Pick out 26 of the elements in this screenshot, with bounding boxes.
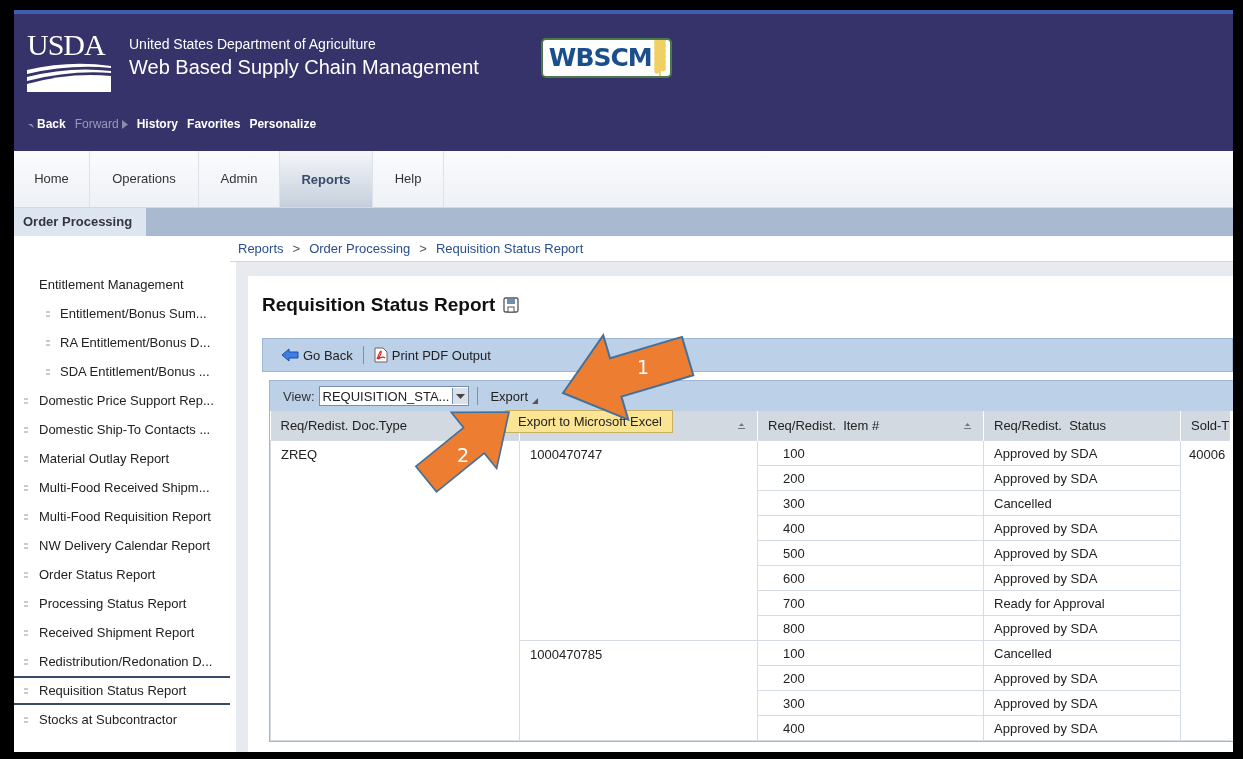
table-cell: 100 <box>757 440 984 466</box>
step-number: 1 <box>637 356 650 378</box>
table-cell: 400 <box>757 515 984 541</box>
table-cell: 1000470747 <box>519 440 758 641</box>
table-cell: 300 <box>757 490 984 516</box>
table-cell: 300 <box>757 690 984 716</box>
table-cell: 700 <box>757 590 984 616</box>
breadcrumb-separator: > <box>419 241 427 256</box>
table-cell: 800 <box>757 615 984 641</box>
table-cell: 600 <box>757 565 984 591</box>
table-cell: 100 <box>757 640 984 666</box>
department-name: United States Department of Agriculture <box>129 36 377 52</box>
table-cell: 40006 <box>1180 440 1231 741</box>
table-cell: Approved by SDA <box>983 440 1181 466</box>
usda-logo: USDA <box>27 28 111 92</box>
table-cell: 400 <box>757 715 984 741</box>
page-title: Requisition Status Report <box>262 294 496 316</box>
breadcrumb-separator: > <box>292 241 301 256</box>
table-cell: 500 <box>757 540 984 566</box>
wbscm-logo: WBSCM <box>540 38 672 78</box>
table-cell: 200 <box>757 665 984 691</box>
step-number: 2 <box>457 444 470 466</box>
view-label: View: <box>283 388 315 404</box>
table-cell: 1000470785 <box>519 640 758 741</box>
app-title: Web Based Supply Chain Management <box>129 56 479 79</box>
table-cell: 200 <box>757 465 984 491</box>
